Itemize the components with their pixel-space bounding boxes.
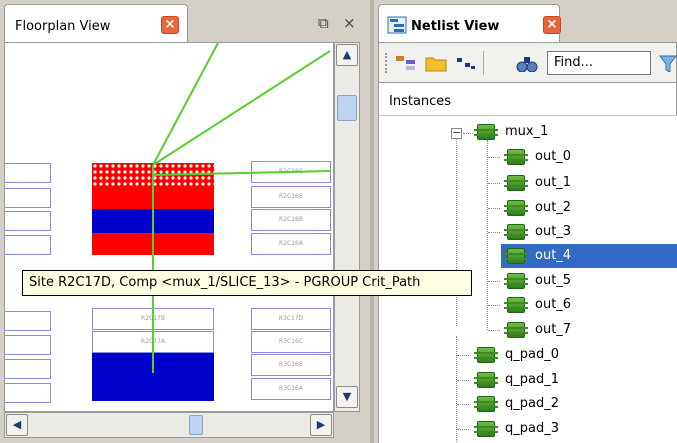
horizontal-scroll-thumb[interactable]	[189, 415, 203, 435]
binoculars-icon[interactable]	[515, 54, 539, 72]
tree-node-q-pad[interactable]: q_pad_2	[379, 392, 677, 416]
instance-chip-icon	[504, 297, 528, 313]
scroll-down-icon[interactable]: ▼	[336, 386, 358, 408]
scroll-right-icon[interactable]: ▶	[310, 414, 332, 436]
routing-wire	[152, 170, 331, 176]
close-pane-icon[interactable]: ×	[343, 14, 356, 32]
tree-node-out[interactable]: out_2	[379, 196, 677, 220]
instance-chip-icon	[504, 149, 528, 165]
flat-view-icon[interactable]	[455, 54, 477, 72]
tree-guide	[463, 133, 473, 134]
tree-node-label: q_pad_3	[505, 421, 559, 436]
tree-node-label: out_7	[535, 322, 572, 337]
tree-guide	[457, 404, 469, 405]
floorplan-canvas[interactable]: R2C17B R2C17A R2C16C R2C16B R2C16B R2C16…	[4, 42, 334, 412]
netlist-view-icon	[387, 16, 407, 34]
floorplan-tab-label: Floorplan View	[15, 19, 111, 34]
instance-chip-icon	[504, 200, 528, 216]
scroll-up-icon[interactable]: ▲	[336, 44, 358, 66]
site-tooltip: Site R2C17D, Comp <mux_1/SLICE_13> - PGR…	[22, 270, 472, 296]
tree-node-label: out_0	[535, 149, 572, 164]
tree-node-label: out_2	[535, 200, 572, 215]
instance-chip-icon	[504, 175, 528, 191]
instance-chip-icon	[504, 273, 528, 289]
tree-node-label: out_6	[535, 297, 572, 312]
hierarchy-icon[interactable]	[395, 54, 417, 72]
tree-node-out[interactable]: out_3	[379, 220, 677, 244]
instance-chip-icon	[474, 347, 498, 363]
find-input[interactable]: Find...	[547, 51, 651, 75]
tree-node-out[interactable]: out_0	[379, 145, 677, 169]
tree-guide	[488, 157, 500, 158]
floorplan-vertical-scrollbar[interactable]: ▲ ▼	[334, 42, 360, 412]
netlist-toolbar: Find...	[378, 42, 677, 82]
tree-node-label: out_3	[535, 224, 572, 239]
tree-guide	[488, 330, 500, 331]
vertical-scroll-thumb[interactable]	[337, 95, 357, 121]
tree-node-out[interactable]: out_7	[379, 318, 677, 342]
toolbar-separator	[483, 51, 484, 75]
tree-guide	[488, 305, 500, 306]
scroll-left-icon[interactable]: ◀	[6, 414, 28, 436]
tree-node-out[interactable]: out_1	[379, 171, 677, 195]
tab-netlist-view[interactable]: Netlist View ×	[378, 4, 561, 42]
tree-node-label: out_1	[535, 175, 572, 190]
tree-guide	[457, 429, 469, 430]
netlist-tab-label: Netlist View	[411, 19, 500, 34]
tree-guide	[457, 380, 469, 381]
restore-window-icon[interactable]: ⧉	[318, 14, 329, 32]
tree-guide	[488, 281, 500, 282]
instance-chip-icon	[504, 322, 528, 338]
tab-floorplan-view[interactable]: Floorplan View ×	[4, 4, 188, 42]
tree-node-q-pad[interactable]: q_pad_3	[379, 417, 677, 441]
floorplan-tab-close-icon[interactable]: ×	[161, 16, 179, 34]
routing-wire	[152, 43, 219, 166]
filter-icon[interactable]	[659, 54, 677, 72]
tree-node-label: out_4	[535, 248, 572, 263]
instance-chip-icon	[504, 224, 528, 240]
tree-node-q-pad[interactable]: q_pad_0	[379, 343, 677, 367]
tree-guide	[488, 208, 500, 209]
floorplan-horizontal-scrollbar[interactable]: ◀ ▶	[4, 412, 334, 438]
instance-chip-icon	[474, 372, 498, 388]
instance-chip-icon	[474, 396, 498, 412]
tree-guide	[488, 232, 500, 233]
tree-node-out[interactable]: out_6	[379, 293, 677, 317]
floorplan-pane: Floorplan View × ⧉ × R2C17B R2C17A R2C16…	[0, 0, 472, 443]
toolbar-grip[interactable]	[385, 53, 388, 73]
tree-node-mux-1[interactable]: − mux_1	[379, 120, 677, 144]
tree-node-label: q_pad_0	[505, 347, 559, 362]
instance-chip-icon	[504, 248, 528, 264]
tree-node-label: q_pad_2	[505, 396, 559, 411]
netlist-tab-close-icon[interactable]: ×	[543, 16, 561, 34]
tree-guide	[457, 355, 469, 356]
folder-icon[interactable]	[425, 54, 447, 72]
instances-header-label: Instances	[389, 94, 452, 109]
instance-chip-icon	[474, 124, 498, 140]
instances-section-header[interactable]: Instances	[378, 82, 677, 116]
instance-chip-icon	[474, 421, 498, 437]
collapse-icon[interactable]: −	[451, 127, 462, 139]
tree-node-label: q_pad_1	[505, 372, 559, 387]
tree-guide	[488, 183, 500, 184]
tree-node-q-pad[interactable]: q_pad_1	[379, 368, 677, 392]
tree-node-label: out_5	[535, 273, 572, 288]
tree-node-label: mux_1	[505, 124, 549, 139]
routing-overlay	[152, 43, 331, 373]
tree-node-out-selected[interactable]: out_4	[501, 244, 677, 268]
netlist-pane: Netlist View × Find... Instances − mux_1…	[374, 0, 677, 443]
routing-wire	[152, 50, 331, 166]
